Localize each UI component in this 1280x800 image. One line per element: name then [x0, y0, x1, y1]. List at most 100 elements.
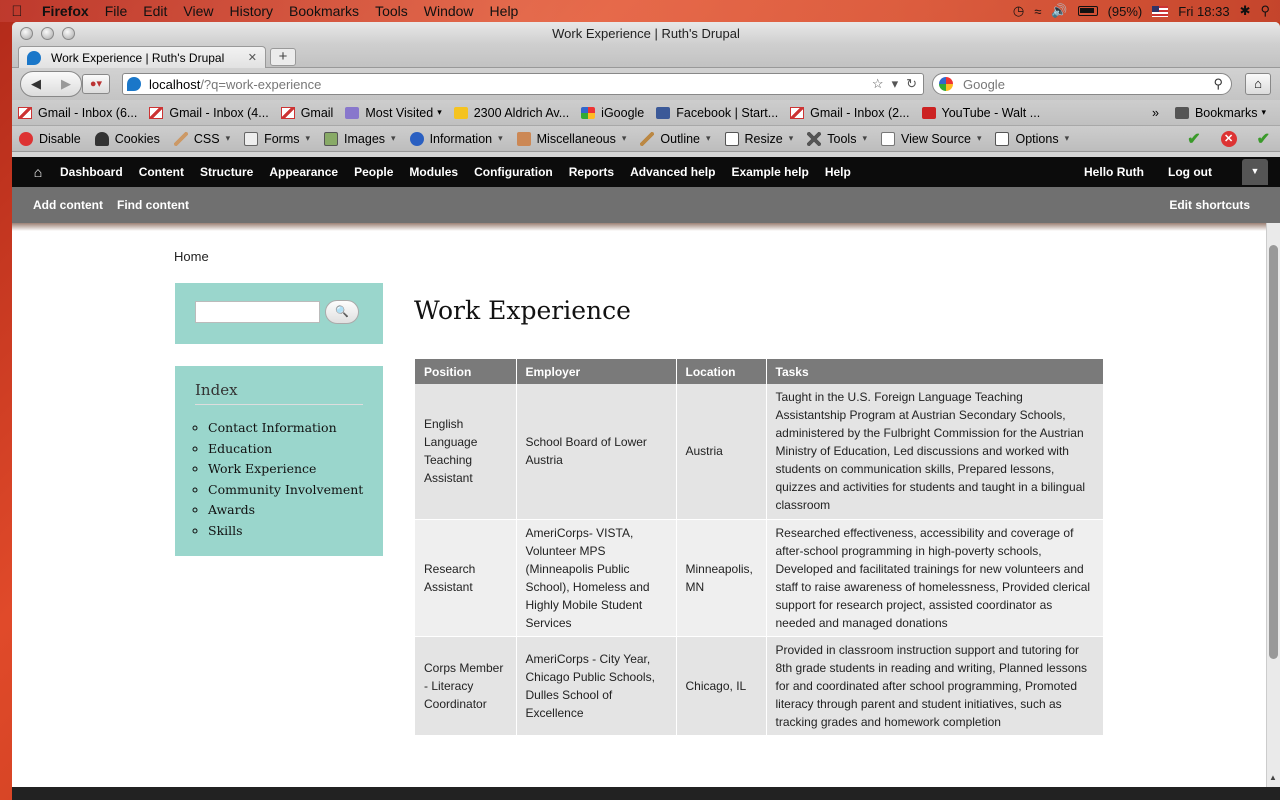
back-forward-buttons: ◀ ▶	[20, 71, 82, 97]
bookmark-item[interactable]: Facebook | Start...	[650, 106, 784, 120]
toolbar-structure[interactable]: Structure	[192, 165, 261, 179]
toolbar-reports[interactable]: Reports	[561, 165, 622, 179]
new-tab-button[interactable]: +	[270, 48, 296, 66]
dev-tools-menu[interactable]: Tools ▾	[800, 131, 874, 146]
close-tab-icon[interactable]: ✕	[248, 51, 257, 64]
menu-help[interactable]: Help	[482, 0, 527, 22]
address-bar[interactable]: localhost /?q=work-experience ☆ ▾ ↻	[122, 73, 924, 95]
url-dropdown-icon[interactable]: ▾	[892, 76, 899, 92]
tab-work-experience[interactable]: Work Experience | Ruth's Drupal ✕	[18, 46, 266, 68]
history-dropdown-button[interactable]: ●▾	[82, 74, 110, 94]
dev-css-menu[interactable]: CSS ▾	[167, 131, 237, 146]
toolbar-example-help[interactable]: Example help	[723, 165, 816, 179]
bookmark-item[interactable]: Gmail - Inbox (4...	[143, 106, 274, 120]
home-button[interactable]: ⌂	[1245, 73, 1271, 95]
vertical-scrollbar[interactable]: ▲ ▼	[1266, 223, 1280, 800]
spotlight-icon[interactable]: ⚲	[1260, 3, 1270, 19]
css-valid-check-icon[interactable]: ✔	[1187, 129, 1200, 149]
bookmark-item[interactable]: YouTube - Walt ...	[916, 106, 1047, 120]
toolbar-advanced-help[interactable]: Advanced help	[622, 165, 723, 179]
site-identity-icon[interactable]	[127, 77, 141, 91]
dev-forms-menu[interactable]: Forms ▾	[237, 131, 317, 146]
toolbar-configuration[interactable]: Configuration	[466, 165, 561, 179]
toolbar-user[interactable]: Hello Ruth	[1072, 165, 1156, 179]
toolbar-people[interactable]: People	[346, 165, 401, 179]
google-engine-icon[interactable]	[939, 77, 953, 91]
html-valid-check-icon[interactable]: ✔	[1257, 129, 1270, 149]
dev-label: Outline	[660, 131, 700, 146]
site-search-button[interactable]: 🔍	[325, 300, 359, 324]
toolbar-content[interactable]: Content	[131, 165, 192, 179]
volume-icon[interactable]: 🔊	[1051, 3, 1067, 19]
wifi-icon[interactable]: ≈	[1034, 4, 1041, 19]
menu-app-firefox[interactable]: Firefox	[34, 0, 97, 22]
index-link-awards[interactable]: Awards	[208, 501, 363, 522]
forward-button[interactable]: ▶	[51, 76, 81, 92]
shortcut-add-content[interactable]: Add content	[12, 198, 110, 212]
toolbar-dashboard[interactable]: Dashboard	[52, 165, 131, 179]
toolbar-modules[interactable]: Modules	[401, 165, 466, 179]
index-link-work-experience[interactable]: Work Experience	[208, 460, 363, 481]
menu-window[interactable]: Window	[416, 0, 482, 22]
search-block: 🔍	[175, 283, 383, 344]
menu-history[interactable]: History	[221, 0, 281, 22]
battery-icon[interactable]	[1077, 6, 1098, 16]
bookmark-item[interactable]: 2300 Aldrich Av...	[448, 106, 575, 120]
dev-miscellaneous-menu[interactable]: Miscellaneous ▾	[510, 131, 634, 146]
menu-tools[interactable]: Tools	[367, 0, 416, 22]
dev-images-menu[interactable]: Images ▾	[317, 131, 403, 146]
error-icon[interactable]: ✕	[1220, 130, 1237, 147]
bookmark-item[interactable]: iGoogle	[575, 106, 650, 120]
outline-icon	[640, 131, 655, 146]
folder-icon	[345, 106, 360, 119]
input-flag-icon[interactable]	[1152, 5, 1169, 17]
dev-options-menu[interactable]: Options ▾	[988, 131, 1076, 146]
dev-outline-menu[interactable]: Outline ▾	[633, 131, 717, 146]
scroll-up-icon[interactable]: ▲	[1269, 773, 1277, 782]
scrollbar-thumb[interactable]	[1269, 245, 1278, 659]
toolbar-help[interactable]: Help	[817, 165, 859, 179]
dev-information-menu[interactable]: Information ▾	[403, 131, 510, 146]
clock[interactable]: Fri 18:33	[1178, 4, 1229, 19]
gmail-icon	[18, 106, 32, 119]
site-search-input[interactable]	[195, 301, 320, 323]
reload-icon[interactable]: ↻	[906, 76, 917, 92]
bookmarks-overflow-icon[interactable]: »	[1152, 106, 1159, 120]
dev-label: Forms	[264, 131, 300, 146]
bookmark-folder-most-visited[interactable]: Most Visited ▾	[339, 106, 447, 120]
index-link-skills[interactable]: Skills	[208, 522, 363, 543]
shortcut-find-content[interactable]: Find content	[110, 198, 196, 212]
index-link-education[interactable]: Education	[208, 440, 363, 461]
apple-icon[interactable]: 	[0, 3, 34, 20]
toolbar-appearance[interactable]: Appearance	[261, 165, 346, 179]
back-button[interactable]: ◀	[21, 76, 51, 92]
search-box[interactable]: Google ⚲	[932, 73, 1232, 95]
bookmarks-toolbar: Gmail - Inbox (6... Gmail - Inbox (4... …	[12, 100, 1280, 126]
dev-disable-menu[interactable]: Disable	[12, 131, 88, 146]
bookmark-item[interactable]: Gmail - Inbox (2...	[784, 106, 915, 120]
shortcuts-toggle-button[interactable]: ▼	[1242, 159, 1268, 185]
menu-edit[interactable]: Edit	[135, 0, 175, 22]
dev-cookies-menu[interactable]: Cookies	[88, 131, 167, 146]
menu-bookmarks[interactable]: Bookmarks	[281, 0, 367, 22]
bluetooth-icon[interactable]: ✱	[1240, 3, 1251, 19]
dev-label: Disable	[39, 131, 81, 146]
bookmark-star-icon[interactable]: ☆	[872, 76, 884, 92]
bookmarks-menu-button[interactable]: Bookmarks ▾	[1169, 106, 1272, 120]
toolbar-logout[interactable]: Log out	[1156, 165, 1224, 179]
bookmark-item[interactable]: Gmail	[275, 106, 340, 120]
menu-view[interactable]: View	[175, 0, 221, 22]
bookmark-item[interactable]: Gmail - Inbox (6...	[12, 106, 143, 120]
dev-resize-menu[interactable]: Resize ▾	[718, 131, 801, 146]
menu-file[interactable]: File	[97, 0, 136, 22]
dev-view-source-menu[interactable]: View Source ▾	[874, 131, 988, 146]
breadcrumb[interactable]: Home	[174, 249, 209, 264]
gmail-icon	[280, 106, 295, 119]
index-link-community[interactable]: Community Involvement	[208, 481, 363, 502]
home-icon[interactable]: ⌂	[12, 164, 52, 180]
search-icon[interactable]: ⚲	[1213, 76, 1223, 92]
time-machine-icon[interactable]: ◷	[1013, 3, 1024, 19]
edit-shortcuts-link[interactable]: Edit shortcuts	[1162, 198, 1257, 212]
bookmark-label: iGoogle	[601, 105, 645, 120]
index-link-contact[interactable]: Contact Information	[208, 419, 363, 440]
